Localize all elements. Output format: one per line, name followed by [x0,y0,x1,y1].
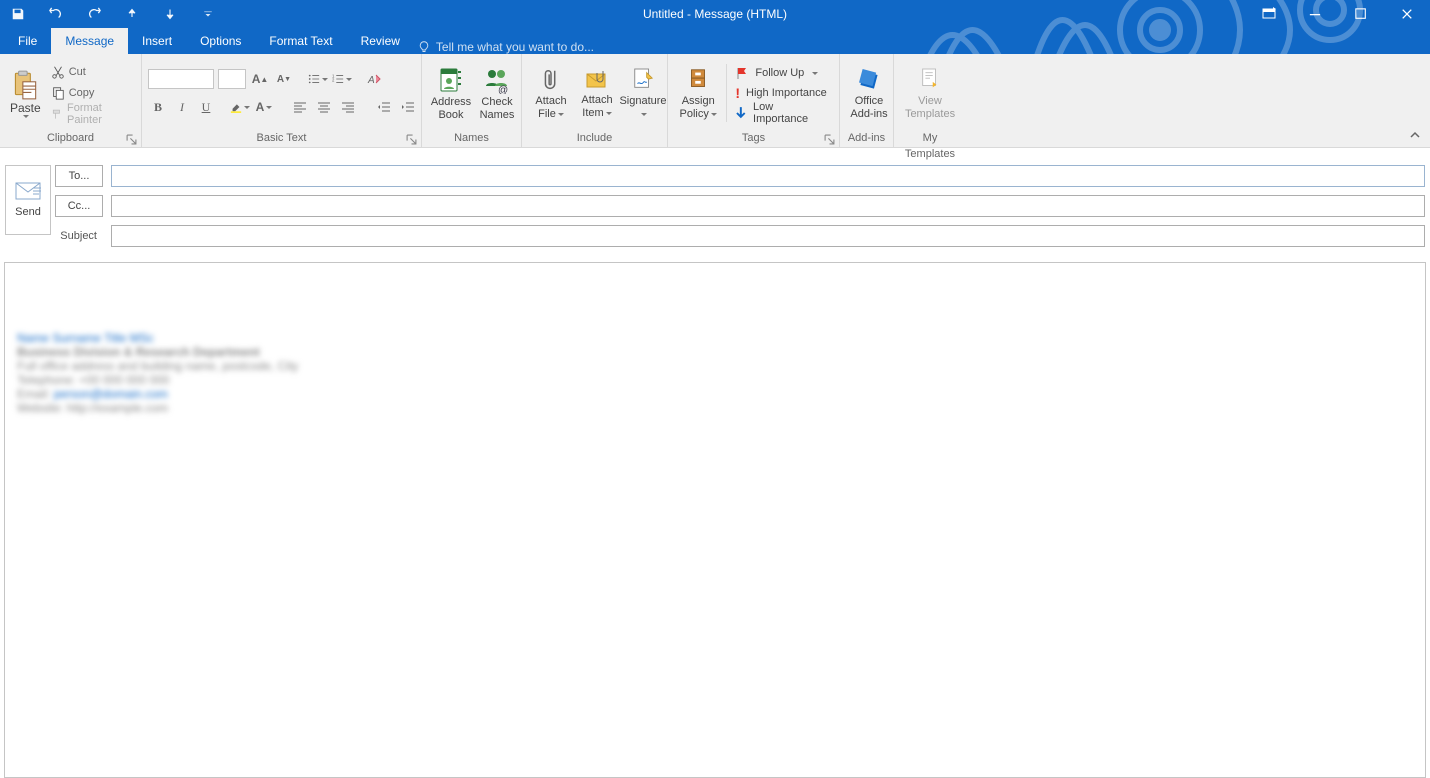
group-addins: Office Add-ins Add-ins [840,54,894,148]
attach-file-button[interactable]: Attach File [528,65,574,121]
ribbon-display-options-icon[interactable] [1246,0,1292,28]
tab-file[interactable]: File [4,28,51,54]
tell-me-search[interactable]: Tell me what you want to do... [418,40,594,54]
group-tags: Assign Policy Follow Up ! High Importanc… [668,54,840,148]
group-label-names: Names [428,130,515,148]
assign-policy-button[interactable]: Assign Policy [674,65,722,121]
quick-access-toolbar [0,0,218,28]
to-field[interactable] [111,165,1425,187]
clipboard-launcher-icon[interactable] [126,134,137,145]
grow-font-icon[interactable]: A▲ [250,69,270,89]
close-icon[interactable] [1384,0,1430,28]
group-names: Address Book @ Check Names Names [422,54,522,148]
office-addins-button[interactable]: Office Add-ins [846,65,892,121]
align-left-icon[interactable] [290,97,310,117]
address-book-button[interactable]: Address Book [428,64,474,122]
tab-review[interactable]: Review [347,28,414,54]
bold-icon[interactable]: B [148,97,168,117]
group-clipboard: Paste Cut Copy Format Painter Clipboard [0,54,142,148]
subject-label: Subject [55,225,103,247]
underline-icon[interactable]: U [196,97,216,117]
numbering-icon[interactable]: 12 [332,69,352,89]
customize-qat-icon[interactable] [198,4,218,24]
cc-button[interactable]: Cc... [55,195,103,217]
undo-icon[interactable] [46,4,66,24]
check-names-button[interactable]: @ Check Names [474,64,520,122]
group-label-basic-text: Basic Text [148,130,415,148]
collapse-ribbon-icon[interactable] [1408,128,1424,144]
paste-dropdown-icon [23,115,29,118]
minimize-icon[interactable] [1292,0,1338,28]
previous-item-icon[interactable] [122,4,142,24]
attach-item-button[interactable]: Attach Item [574,66,620,120]
message-body[interactable]: Name Surname Title MSc Business Division… [4,262,1426,778]
basictext-launcher-icon[interactable] [406,134,417,145]
ribbon: Paste Cut Copy Format Painter Clipboard [0,54,1430,148]
decrease-indent-icon[interactable] [374,97,394,117]
to-button[interactable]: To... [55,165,103,187]
align-center-icon[interactable] [314,97,334,117]
svg-text:2: 2 [332,78,335,83]
save-icon[interactable] [8,4,28,24]
redo-icon[interactable] [84,4,104,24]
signature-block: Name Surname Title MSc Business Division… [17,331,1413,415]
svg-text:@: @ [498,85,508,94]
font-size-selector[interactable] [218,69,246,89]
group-label-templates: My Templates [900,130,960,148]
maximize-icon[interactable] [1338,0,1384,28]
increase-indent-icon[interactable] [398,97,418,117]
signature-button[interactable]: Signature [620,65,666,121]
group-templates: View Templates My Templates [894,54,966,148]
tags-launcher-icon[interactable] [824,134,835,145]
italic-icon[interactable]: I [172,97,192,117]
bullets-icon[interactable] [308,69,328,89]
svg-text:A: A [367,75,375,86]
tab-insert[interactable]: Insert [128,28,186,54]
tab-options[interactable]: Options [186,28,255,54]
font-family-selector[interactable] [148,69,214,89]
window-controls [1246,0,1430,28]
high-importance-button[interactable]: ! High Importance [731,83,833,103]
compose-header: Send To... Cc... Subject [0,148,1430,256]
clear-formatting-icon[interactable]: A [364,69,384,89]
group-label-include: Include [528,130,661,148]
highlight-icon[interactable] [230,97,250,117]
low-importance-button[interactable]: Low Importance [731,103,833,123]
title-bar: Untitled - Message (HTML) [0,0,1430,28]
cc-field[interactable] [111,195,1425,217]
font-color-icon[interactable]: A [254,97,274,117]
group-label-tags: Tags [674,130,833,148]
group-label-clipboard: Clipboard [6,130,135,148]
align-right-icon[interactable] [338,97,358,117]
next-item-icon[interactable] [160,4,180,24]
paste-button[interactable]: Paste [6,69,45,118]
format-painter-button[interactable]: Format Painter [47,104,135,124]
view-templates-button[interactable]: View Templates [900,65,960,121]
copy-button[interactable]: Copy [47,83,135,103]
subject-field[interactable] [111,225,1425,247]
ribbon-tabs: File Message Insert Options Format Text … [0,28,1430,54]
group-basic-text: A▲ A▼ 12 A B I U A [142,54,422,148]
shrink-font-icon[interactable]: A▼ [274,69,294,89]
follow-up-button[interactable]: Follow Up [731,63,833,83]
group-label-addins: Add-ins [846,130,887,148]
cut-button[interactable]: Cut [47,62,135,82]
tab-format-text[interactable]: Format Text [255,28,346,54]
tab-message[interactable]: Message [51,28,128,54]
send-button[interactable]: Send [5,165,51,235]
group-include: Attach File Attach Item Signature Includ… [522,54,668,148]
